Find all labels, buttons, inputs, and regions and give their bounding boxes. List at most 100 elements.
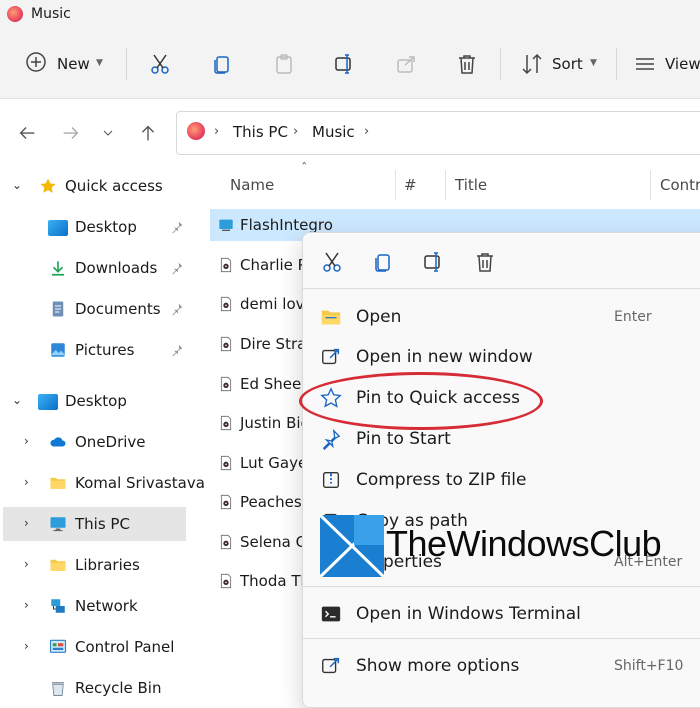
nav-item-desktop-root[interactable]: ⌄ Desktop [0, 384, 190, 418]
pin-icon [322, 428, 341, 450]
toolbar-divider [500, 48, 501, 80]
audio-file-icon [220, 257, 232, 273]
nav-item-documents[interactable]: Documents [0, 292, 190, 326]
view-button[interactable]: View [665, 55, 700, 73]
cut-icon[interactable] [148, 52, 172, 76]
rename-icon[interactable] [333, 52, 357, 76]
forward-arrow-icon[interactable] [60, 122, 82, 144]
expand-chevron-icon[interactable]: › [24, 598, 29, 612]
breadcrumb-chevron-icon[interactable]: › [293, 124, 298, 139]
download-arrow-icon [52, 261, 64, 276]
audio-file-icon [220, 455, 232, 471]
navigation-pane: ⌄ Quick access Desktop Downloads Documen… [0, 167, 205, 706]
annotation-ellipse [299, 372, 543, 430]
pictures-icon [51, 343, 65, 357]
sort-icon[interactable] [520, 52, 544, 76]
folder-icon [50, 477, 66, 489]
document-icon [52, 301, 64, 317]
folder-open-icon [321, 310, 341, 325]
new-button[interactable]: New [57, 55, 90, 73]
collapse-chevron-icon[interactable]: ⌄ [12, 178, 22, 192]
recent-chevron-down-icon[interactable] [100, 122, 116, 144]
share-icon[interactable] [395, 52, 419, 76]
audio-file-icon [220, 534, 232, 550]
audio-file-icon [220, 336, 232, 352]
toolbar-divider [616, 48, 617, 80]
column-divider[interactable] [445, 170, 446, 200]
breadcrumb-music[interactable]: Music [312, 123, 355, 141]
control-panel-icon [49, 639, 67, 653]
column-header-name[interactable]: Name [230, 176, 274, 194]
zip-icon [322, 471, 340, 489]
terminal-icon [321, 606, 341, 622]
audio-file-icon [220, 376, 232, 392]
toolbar-divider [126, 48, 127, 80]
open-new-window-icon [322, 348, 340, 365]
ctx-item-open-new-window[interactable]: Open in new window [306, 338, 700, 376]
paste-icon[interactable] [272, 52, 296, 76]
expand-chevron-icon[interactable]: › [24, 557, 29, 571]
audio-file-icon [220, 573, 232, 589]
pin-icon[interactable] [170, 343, 184, 357]
pin-icon[interactable] [170, 302, 184, 316]
breadcrumb-chevron-icon: › [214, 124, 220, 139]
ctx-item-open-terminal[interactable]: Open in Windows Terminal [306, 595, 700, 633]
column-divider[interactable] [395, 170, 396, 200]
nav-item-komal-srivastava[interactable]: › Komal Srivastava [0, 466, 205, 500]
column-header-title[interactable]: Title [455, 176, 487, 194]
back-arrow-icon[interactable] [16, 122, 38, 144]
breadcrumb-chevron-icon[interactable]: › [364, 124, 369, 139]
nav-item-network[interactable]: › Network [0, 589, 190, 623]
folder-icon [50, 559, 66, 571]
app-shortcut-icon [219, 219, 233, 231]
column-header-contributing-artists[interactable]: Contri [660, 176, 700, 194]
nav-item-control-panel[interactable]: › Control Panel [0, 630, 190, 664]
nav-item-onedrive[interactable]: › OneDrive [0, 425, 190, 459]
context-menu-divider [303, 638, 700, 639]
nav-item-downloads[interactable]: Downloads [0, 251, 190, 285]
ctx-cut-icon[interactable] [320, 250, 344, 274]
ctx-delete-icon[interactable] [473, 250, 497, 274]
cloud-icon [50, 437, 66, 447]
up-arrow-icon[interactable] [137, 122, 159, 144]
copy-icon[interactable] [210, 52, 234, 76]
nav-item-quick-access[interactable]: ⌄ Quick access [0, 169, 190, 203]
pin-icon[interactable] [170, 261, 184, 275]
watermark-text: TheWindowsClub [386, 523, 662, 564]
nav-item-desktop[interactable]: Desktop [0, 210, 190, 244]
sort-caret-icon: ˆ [301, 162, 308, 177]
delete-icon[interactable] [455, 52, 479, 76]
column-header-number[interactable]: # [404, 176, 417, 194]
nav-item-pictures[interactable]: Pictures [0, 333, 190, 367]
title-bar [0, 0, 700, 30]
ctx-rename-icon[interactable] [422, 250, 446, 274]
network-icon [51, 599, 65, 613]
ctx-copy-icon[interactable] [371, 250, 395, 274]
nav-item-libraries[interactable]: › Libraries [0, 548, 190, 582]
view-lines-icon[interactable] [633, 52, 657, 76]
command-bar: New ▼ Sort ▼ View [0, 30, 700, 99]
nav-item-this-pc[interactable]: › This PC [3, 507, 186, 541]
window-title: Music [31, 6, 71, 22]
expand-chevron-icon[interactable]: › [24, 516, 29, 530]
audio-file-icon [220, 296, 232, 312]
expand-chevron-icon[interactable]: › [24, 475, 29, 489]
new-chevron-down-icon[interactable]: ▼ [96, 58, 103, 68]
expand-chevron-icon[interactable]: › [24, 434, 29, 448]
nav-item-recycle-bin[interactable]: Recycle Bin [0, 671, 190, 705]
context-menu-divider [303, 586, 700, 587]
breadcrumb-this-pc[interactable]: This PC [233, 123, 288, 141]
new-plus-icon[interactable] [24, 50, 48, 74]
column-divider[interactable] [650, 170, 651, 200]
ctx-item-show-more-options[interactable]: Show more options Shift+F10 [306, 647, 700, 685]
collapse-chevron-icon[interactable]: ⌄ [12, 393, 22, 407]
sort-button[interactable]: Sort [552, 55, 583, 73]
ctx-item-open[interactable]: Open Enter [306, 298, 700, 336]
audio-file-icon [220, 494, 232, 510]
desktop-icon [48, 220, 68, 236]
watermark-logo-icon [320, 515, 384, 577]
ctx-item-compress-zip[interactable]: Compress to ZIP file [306, 461, 700, 499]
pin-icon[interactable] [170, 220, 184, 234]
expand-chevron-icon[interactable]: › [24, 639, 29, 653]
sort-chevron-down-icon[interactable]: ▼ [590, 58, 597, 68]
